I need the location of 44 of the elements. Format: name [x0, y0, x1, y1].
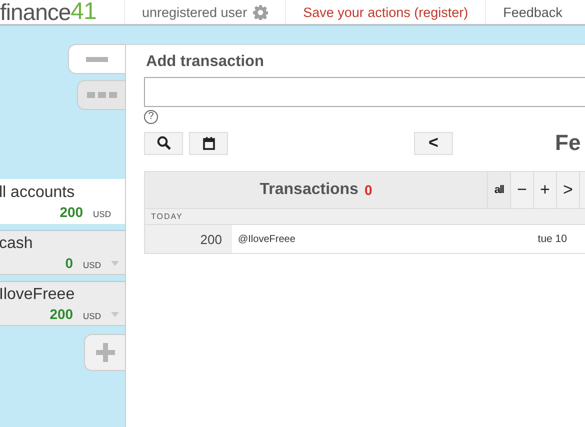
user-name[interactable]: unregistered user: [142, 4, 248, 20]
previous-month-button[interactable]: <: [414, 132, 453, 154]
sidebar-tab[interactable]: [77, 80, 125, 110]
filter-button[interactable]: +: [534, 172, 557, 208]
caret-icon[interactable]: [111, 312, 119, 316]
account-balance: 200: [50, 306, 74, 322]
transaction-input-field[interactable]: [144, 77, 585, 107]
calendar-button[interactable]: [189, 132, 228, 154]
minus-icon: [86, 56, 108, 62]
account-name: IloveFreee: [0, 286, 76, 304]
transaction-row[interactable]: 200 @IloveFreee tue 10: [145, 225, 585, 253]
search-icon: [156, 136, 170, 150]
currency-label: USD: [83, 311, 101, 321]
account-name: ll accounts: [0, 184, 76, 202]
dots-icon: [86, 92, 116, 98]
transaction-amount: 200: [145, 225, 232, 253]
caret-icon[interactable]: [111, 260, 119, 266]
logo[interactable]: finance41: [0, 0, 125, 24]
transaction-date: tue 10: [538, 233, 567, 245]
transaction-account: @IloveFreee: [238, 234, 296, 244]
section-title: Add transaction: [146, 53, 264, 71]
table-title: Transactions: [260, 181, 358, 199]
filter-button[interactable]: −: [511, 172, 534, 208]
register-link[interactable]: Save your actions (register): [303, 4, 468, 20]
account-card[interactable]: cash 0 USD: [0, 230, 125, 275]
date-group-label: TODAY: [145, 209, 585, 225]
add-account-button[interactable]: [84, 334, 125, 371]
account-balance: 0: [65, 255, 74, 271]
filter-button[interactable]: >: [557, 172, 580, 208]
account-balance: 200: [60, 204, 84, 220]
feedback-link[interactable]: Feedback: [503, 4, 562, 20]
transaction-count: 0: [364, 182, 372, 198]
currency-label: USD: [83, 260, 101, 270]
account-card[interactable]: ll accounts 200 USD: [0, 179, 125, 224]
search-button[interactable]: [144, 132, 183, 154]
plus-icon: [96, 343, 114, 362]
calendar-icon: [202, 136, 214, 150]
settings-icon[interactable]: [253, 4, 268, 20]
account-name: cash: [0, 235, 34, 253]
month-title: Fe: [555, 130, 581, 156]
account-card[interactable]: IloveFreee 200 USD: [0, 281, 125, 326]
currency-label: USD: [93, 209, 111, 219]
help-icon[interactable]: ?: [144, 110, 158, 124]
sidebar-tab[interactable]: [68, 44, 125, 74]
